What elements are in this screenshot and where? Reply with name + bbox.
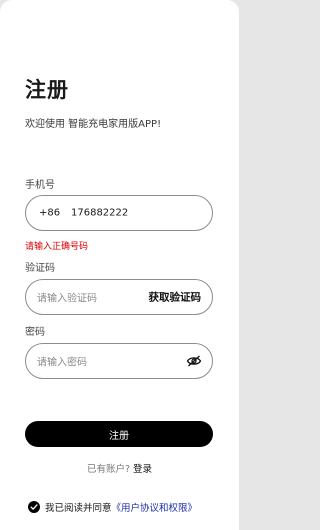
phone-field[interactable]: +86 176882222: [25, 195, 213, 231]
code-input[interactable]: 请输入验证码: [37, 290, 97, 305]
login-link[interactable]: 登录: [133, 464, 152, 475]
agreement-text: 我已阅读并同意: [45, 503, 112, 514]
user-agreement-link[interactable]: 《用户协议和权限》: [112, 500, 198, 514]
code-field[interactable]: 请输入验证码 获取验证码: [25, 279, 213, 315]
register-page: 注册 欢迎使用 智能充电家用版APP! 手机号 +86 176882222 请输…: [0, 0, 239, 530]
phone-error-message: 请输入正确号码: [25, 242, 89, 252]
checkmark-icon: [30, 504, 38, 510]
welcome-subtitle: 欢迎使用 智能充电家用版APP!: [25, 119, 162, 130]
password-input[interactable]: 请输入密码: [37, 354, 87, 369]
phone-input[interactable]: 176882222: [71, 208, 128, 219]
code-label: 验证码: [25, 263, 55, 274]
agreement-row: 我已阅读并同意 《用户协议和权限》: [28, 500, 197, 514]
get-code-button[interactable]: 获取验证码: [149, 290, 202, 305]
phone-label: 手机号: [25, 180, 55, 191]
page-title: 注册: [25, 78, 69, 102]
password-field[interactable]: 请输入密码: [25, 343, 213, 379]
login-prompt: 已有账户?: [86, 464, 130, 475]
country-code[interactable]: +86: [39, 208, 60, 219]
login-row: 已有账户? 登录: [0, 461, 239, 475]
eye-slash-icon[interactable]: [186, 355, 202, 367]
register-button[interactable]: 注册: [25, 421, 213, 447]
password-label: 密码: [25, 327, 45, 338]
agreement-checkbox[interactable]: [28, 501, 40, 513]
